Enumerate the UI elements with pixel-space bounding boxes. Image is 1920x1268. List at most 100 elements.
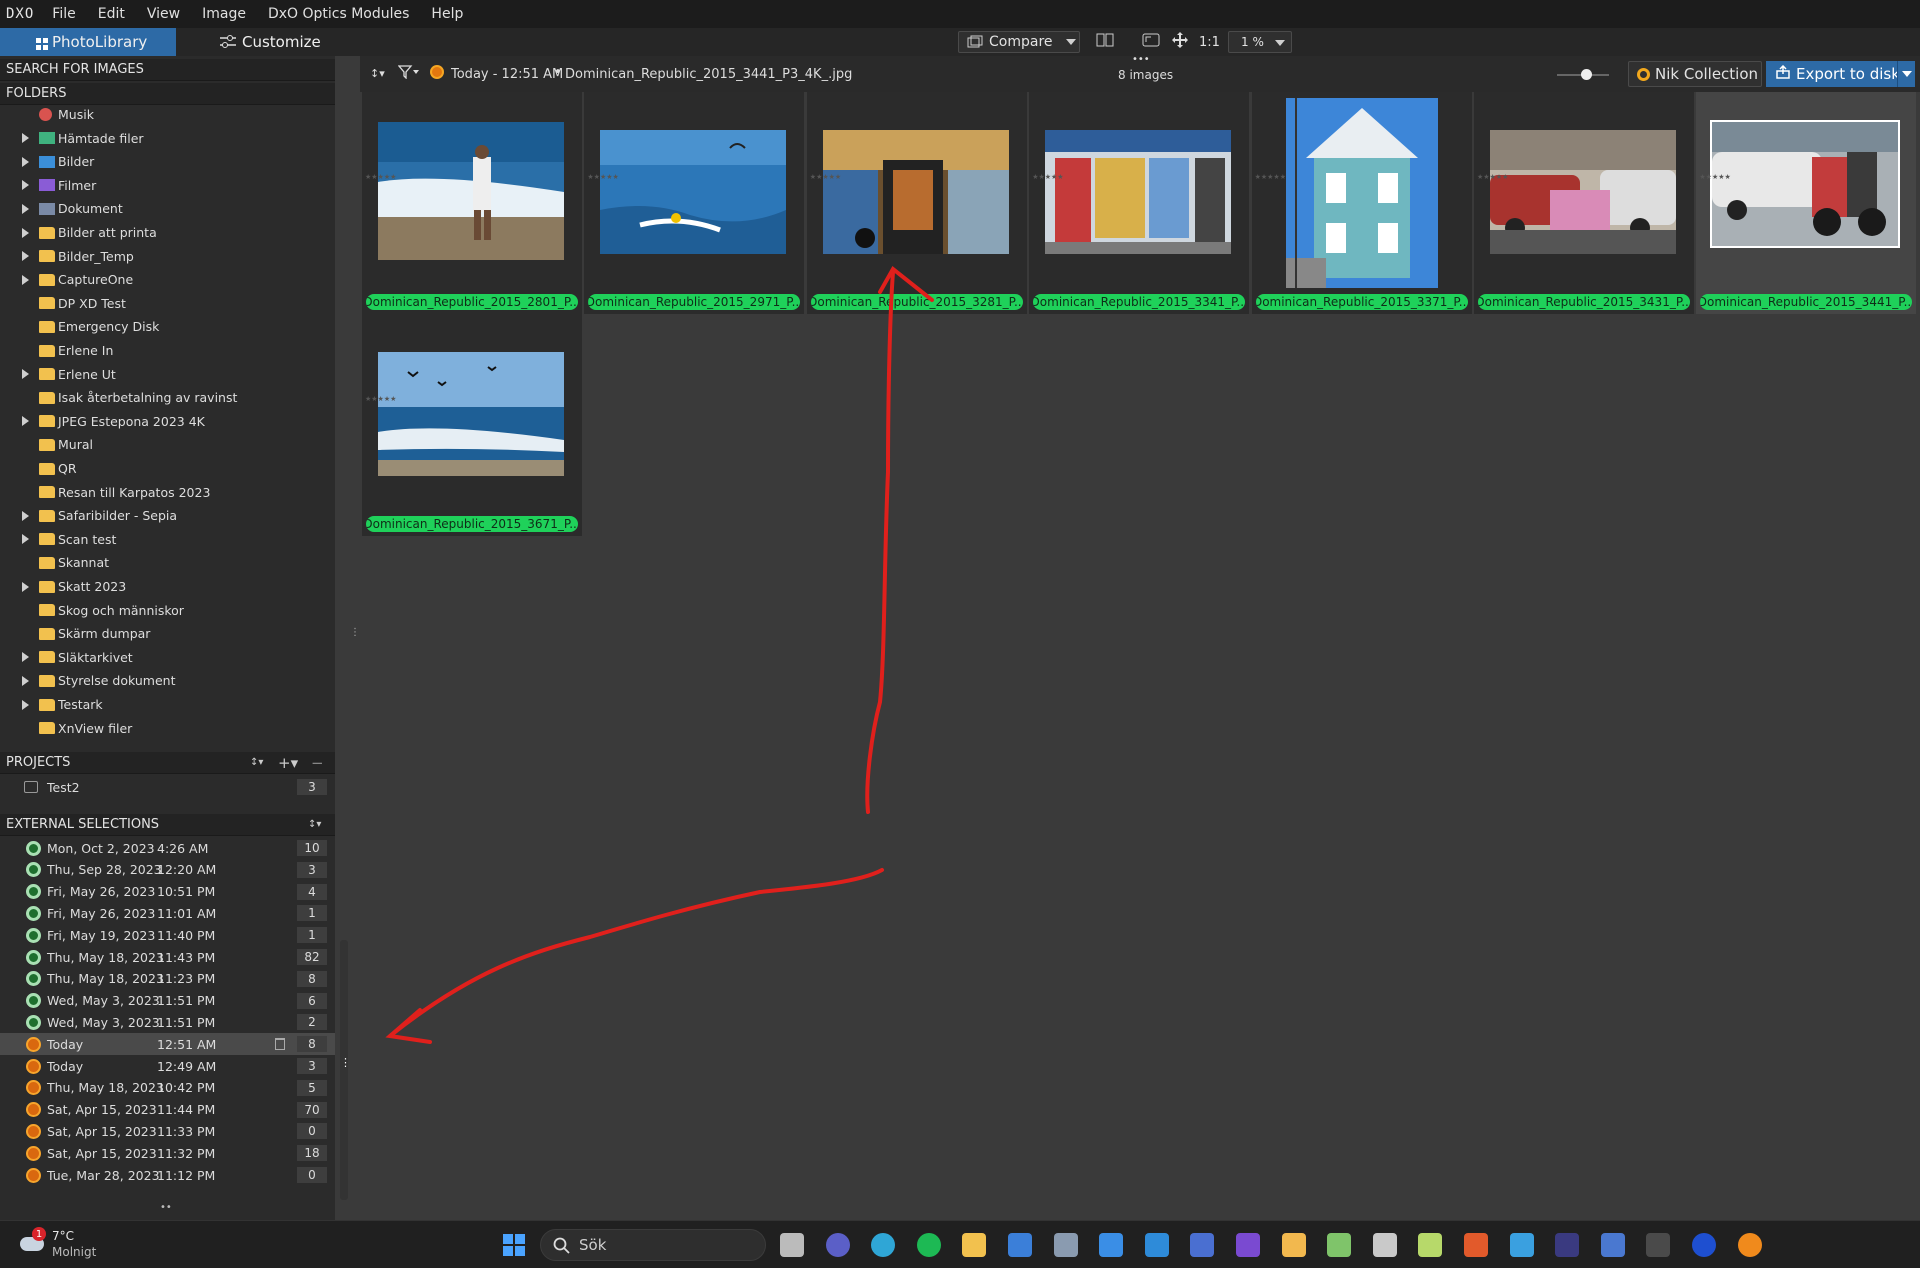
rating-stars[interactable]: ★★★★★ (365, 394, 396, 405)
menu-image[interactable]: Image (202, 6, 246, 22)
folder-item[interactable]: Mural (0, 433, 335, 456)
trash-icon[interactable] (275, 1038, 285, 1051)
nik-collection-button[interactable]: Nik Collection (1628, 61, 1762, 87)
split-view-button[interactable] (1096, 31, 1116, 53)
selection-row[interactable]: Wed, May 3, 2023 11:51 PM 6 (0, 990, 335, 1012)
folder-item[interactable]: Filmer (0, 174, 335, 197)
expand-triangle-icon[interactable] (22, 227, 29, 238)
rating-stars[interactable]: ★★★★★ (587, 172, 618, 183)
folder-item[interactable]: Scan test (0, 528, 335, 551)
app-icon[interactable] (1372, 1233, 1397, 1257)
edge-icon[interactable] (871, 1233, 896, 1257)
menu-optics-modules[interactable]: DxO Optics Modules (268, 6, 409, 22)
expand-triangle-icon[interactable] (22, 510, 29, 521)
selection-row[interactable]: Wed, May 3, 2023 11:51 PM 2 (0, 1011, 335, 1033)
folder-item[interactable]: Skärm dumpar (0, 622, 335, 645)
tab-customize[interactable]: Customize (220, 28, 340, 56)
folder-item[interactable]: Bilder (0, 150, 335, 173)
selection-row[interactable]: Thu, May 18, 2023 11:43 PM 82 (0, 946, 335, 968)
expand-triangle-icon[interactable] (22, 274, 29, 285)
expand-triangle-icon[interactable] (22, 133, 29, 144)
compare-button[interactable]: Compare (958, 31, 1080, 53)
expand-triangle-icon[interactable] (22, 203, 29, 214)
export-to-disk-button[interactable]: Export to disk (1766, 61, 1912, 87)
expand-triangle-icon[interactable] (22, 699, 29, 710)
store-icon[interactable] (1008, 1233, 1032, 1257)
folder-item[interactable]: Resan till Karpatos 2023 (0, 481, 335, 504)
teams-icon[interactable] (825, 1233, 850, 1257)
folder-item[interactable]: XnView filer (0, 717, 335, 740)
selection-row[interactable]: Thu, May 18, 2023 11:23 PM 8 (0, 968, 335, 990)
snipping-tool-icon[interactable] (1144, 1233, 1169, 1257)
folder-item[interactable]: Erlene In (0, 339, 335, 362)
expand-triangle-icon[interactable] (22, 251, 29, 262)
taskbar-search[interactable]: Sök (540, 1229, 766, 1261)
expand-triangle-icon[interactable] (22, 675, 29, 686)
projects-header[interactable]: PROJECTS ↕▾ +▾ − (0, 752, 335, 774)
photolab-icon[interactable] (1646, 1233, 1671, 1257)
thumbnail[interactable]: ★★★★★ Dominican_Republic_2015_3671_P... (362, 314, 582, 536)
sort-icon[interactable]: ↕▾ (308, 819, 321, 830)
expand-triangle-icon[interactable] (22, 180, 29, 191)
app-icon[interactable] (1053, 1233, 1078, 1257)
panel-scroll-handle[interactable]: •• (160, 1203, 172, 1213)
folder-item[interactable]: Emergency Disk (0, 315, 335, 338)
folder-item[interactable]: Styrelse dokument (0, 669, 335, 692)
thumbnail-size-slider[interactable] (1557, 69, 1609, 80)
rating-stars[interactable]: ★★★★★ (365, 172, 396, 183)
app-icon[interactable] (1555, 1233, 1580, 1257)
selection-row[interactable]: Tue, Mar 28, 2023 11:12 PM 0 (0, 1164, 335, 1186)
filter-icon[interactable] (397, 65, 420, 83)
thumbnail-image[interactable] (822, 130, 1009, 254)
folder-item[interactable]: Hämtade filer (0, 127, 335, 150)
compare-dropdown[interactable] (1064, 31, 1078, 53)
thumbnail[interactable]: ★★★★★ Dominican_Republic_2015_3371_P... (1251, 92, 1472, 314)
app-icon[interactable] (1236, 1233, 1260, 1257)
folder-item[interactable]: Bilder_Temp (0, 245, 335, 268)
folder-item[interactable]: Skog och människor (0, 599, 335, 622)
thumbnail[interactable]: ★★★★★ Dominican_Republic_2015_2971_P... (584, 92, 805, 314)
selection-row[interactable]: Thu, Sep 28, 2023 12:20 AM 3 (0, 859, 335, 881)
move-button[interactable] (1172, 31, 1192, 53)
sort-icon[interactable]: ↕▾ (250, 757, 263, 768)
selection-row[interactable]: Sat, Apr 15, 2023 11:44 PM 70 (0, 1099, 335, 1121)
folder-item[interactable]: Musik (0, 103, 335, 126)
list-scroll-handle[interactable]: ⋮ (340, 1057, 351, 1076)
expand-triangle-icon[interactable] (22, 581, 29, 592)
expand-triangle-icon[interactable] (22, 369, 29, 380)
selection-row[interactable]: Fri, May 26, 2023 10:51 PM 4 (0, 881, 335, 903)
thumbnail-image[interactable] (600, 130, 787, 254)
spotify-icon[interactable] (916, 1233, 941, 1257)
1password-icon[interactable] (1692, 1233, 1716, 1257)
selection-row[interactable]: Fri, May 26, 2023 11:01 AM 1 (0, 902, 335, 924)
app-icon[interactable] (1509, 1233, 1534, 1257)
more-icon[interactable]: ••• (1132, 54, 1150, 65)
app-icon[interactable] (1190, 1233, 1215, 1257)
folder-item[interactable]: DP XD Test (0, 292, 335, 315)
folder-item[interactable]: Dokument (0, 197, 335, 220)
thumbnail-image[interactable] (1490, 130, 1676, 254)
slider-knob[interactable] (1581, 69, 1592, 80)
thumbnail-image[interactable] (378, 122, 564, 260)
selection-row[interactable]: Sat, Apr 15, 2023 11:32 PM 18 (0, 1142, 335, 1164)
rating-stars[interactable]: ★★★★★ (1255, 172, 1286, 183)
expand-triangle-icon[interactable] (22, 156, 29, 167)
folder-item[interactable]: Testark (0, 693, 335, 716)
expand-triangle-icon[interactable] (22, 534, 29, 545)
panel-splitter[interactable]: ⋮ (350, 628, 360, 648)
app-icon[interactable] (1327, 1233, 1352, 1257)
app-icon[interactable] (1418, 1233, 1443, 1257)
menu-file[interactable]: File (52, 6, 75, 22)
sort-icon[interactable]: ↕▾ (370, 67, 385, 80)
selection-row[interactable]: Thu, May 18, 2023 10:42 PM 5 (0, 1077, 335, 1099)
add-project-icon[interactable]: +▾ (278, 754, 298, 772)
folder-item[interactable]: Skatt 2023 (0, 575, 335, 598)
folder-item[interactable]: CaptureOne (0, 268, 335, 291)
project-row[interactable]: Test2 3 (0, 776, 335, 798)
thumbnail[interactable]: ★★★★★ Dominican_Republic_2015_2801_P... (362, 92, 582, 314)
thumbnail-image[interactable] (378, 352, 564, 476)
selection-row[interactable]: Mon, Oct 2, 2023 4:26 AM 10 (0, 837, 335, 859)
rating-stars[interactable]: ★★★★★ (1699, 172, 1730, 183)
rating-stars[interactable]: ★★★★★ (810, 172, 841, 183)
folders-header[interactable]: FOLDERS (0, 83, 335, 105)
